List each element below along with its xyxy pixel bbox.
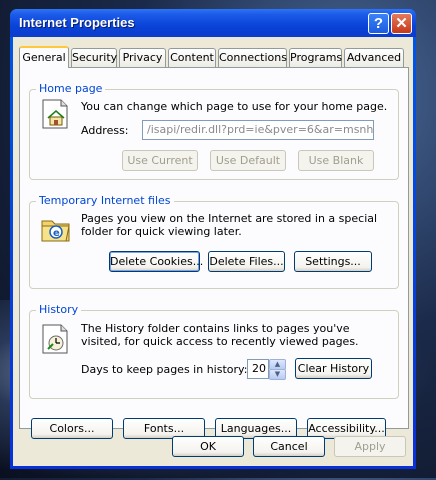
general-tab-panel: Home page You can change which page to u… [19,67,409,439]
tab-connections[interactable]: Connections [218,48,287,67]
delete-files-button[interactable]: Delete Files... [208,251,285,272]
dialog-body: General Security Privacy Content Connect… [13,37,413,466]
spin-down-icon[interactable]: ▼ [269,369,286,380]
days-label: Days to keep pages in history: [81,363,248,376]
delete-cookies-button[interactable]: Delete Cookies... [109,251,203,272]
days-spinner[interactable]: ▲ ▼ [269,359,286,380]
clear-history-button[interactable]: Clear History [295,358,372,379]
address-input[interactable]: /isapi/redir.dll?prd=ie&pver=6&ar=msnhom… [142,120,374,140]
history-group: History The History folder contains link… [29,303,399,399]
tab-general[interactable]: General [19,46,69,68]
temporary-files-icon: e [41,220,70,242]
address-label: Address: [81,124,129,137]
settings-button[interactable]: Settings... [294,251,372,272]
svg-text:e: e [53,228,60,239]
tab-strip: General Security Privacy Content Connect… [19,46,409,68]
home-page-group: Home page You can change which page to u… [29,82,399,180]
tab-programs[interactable]: Programs [289,48,342,67]
use-default-button[interactable]: Use Default [210,150,286,171]
help-button[interactable]: ? [368,13,389,34]
home-page-description: You can change which page to use for you… [81,100,388,113]
title-bar[interactable]: Internet Properties ? ✕ [10,9,416,37]
window-title: Internet Properties [19,15,135,30]
history-icon [42,324,68,354]
tab-advanced[interactable]: Advanced [344,48,404,67]
close-button[interactable]: ✕ [391,13,412,34]
tab-privacy[interactable]: Privacy [119,48,166,67]
use-blank-button[interactable]: Use Blank [298,150,374,171]
cancel-button[interactable]: Cancel [253,436,325,457]
colors-button[interactable]: Colors... [31,418,113,439]
ok-button[interactable]: OK [172,436,244,457]
days-input[interactable]: 20 [247,359,269,379]
home-page-group-title: Home page [36,82,106,95]
history-description: The History folder contains links to pag… [81,322,359,348]
temporary-files-description: Pages you view on the Internet are store… [81,212,378,238]
tab-security[interactable]: Security [71,48,117,67]
apply-button[interactable]: Apply [334,436,406,457]
home-page-icon [42,99,68,129]
history-group-title: History [36,303,82,316]
use-current-button[interactable]: Use Current [122,150,198,171]
internet-properties-window: Internet Properties ? ✕ General Security… [10,9,416,469]
temporary-files-group-title: Temporary Internet files [36,194,174,207]
tab-content[interactable]: Content [168,48,216,67]
temporary-files-group: Temporary Internet files e Pages you vie… [29,194,399,289]
